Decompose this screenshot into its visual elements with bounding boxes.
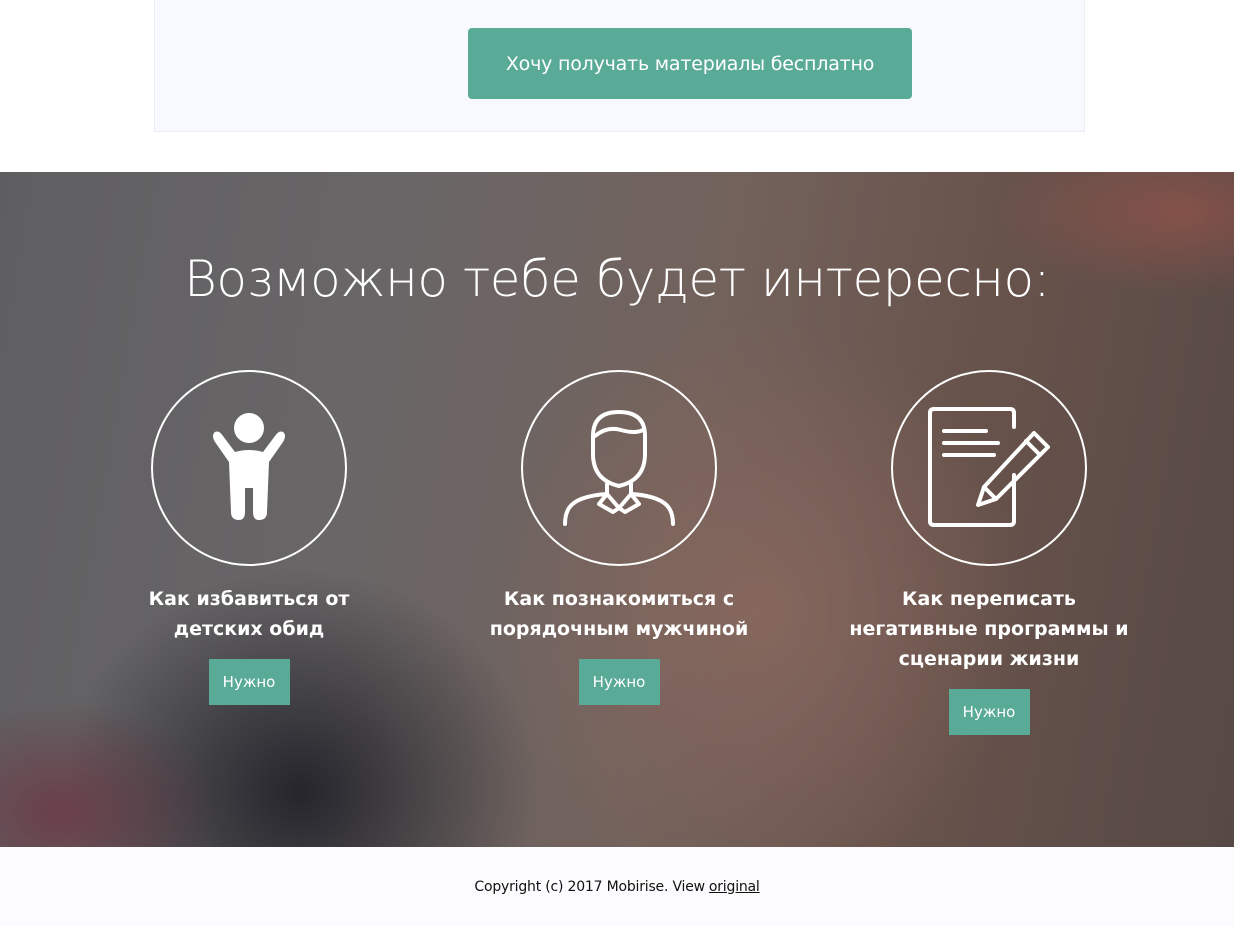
topic-cards: Как избавиться от детских обид Нужно Как…	[0, 370, 1234, 770]
hero-section: Возможно тебе будет интересно: Как избав…	[0, 172, 1234, 847]
child-icon	[151, 370, 347, 566]
cta-section: Хочу получать материалы бесплатно	[0, 0, 1234, 172]
man-icon	[521, 370, 717, 566]
topic-card: Как познакомиться с порядочным мужчиной …	[469, 370, 769, 705]
topic-card-button[interactable]: Нужно	[208, 659, 290, 705]
original-link[interactable]: original	[709, 879, 760, 895]
subscribe-free-button[interactable]: Хочу получать материалы бесплатно	[468, 28, 912, 99]
topic-card: Как избавиться от детских обид Нужно	[99, 370, 399, 705]
hero-title: Возможно тебе будет интересно:	[184, 250, 1050, 308]
document-edit-icon	[891, 370, 1087, 566]
copyright-text: Copyright (c) 2017 Mobirise. View	[474, 878, 705, 895]
topic-card-button[interactable]: Нужно	[578, 659, 660, 705]
cta-panel: Хочу получать материалы бесплатно	[154, 0, 1085, 132]
topic-card-title: Как переписать негативные программы и сц…	[849, 588, 1129, 670]
topic-card-button[interactable]: Нужно	[948, 689, 1030, 735]
topic-card: Как переписать негативные программы и сц…	[839, 370, 1139, 735]
footer: Copyright (c) 2017 Mobirise. View origin…	[0, 847, 1234, 926]
